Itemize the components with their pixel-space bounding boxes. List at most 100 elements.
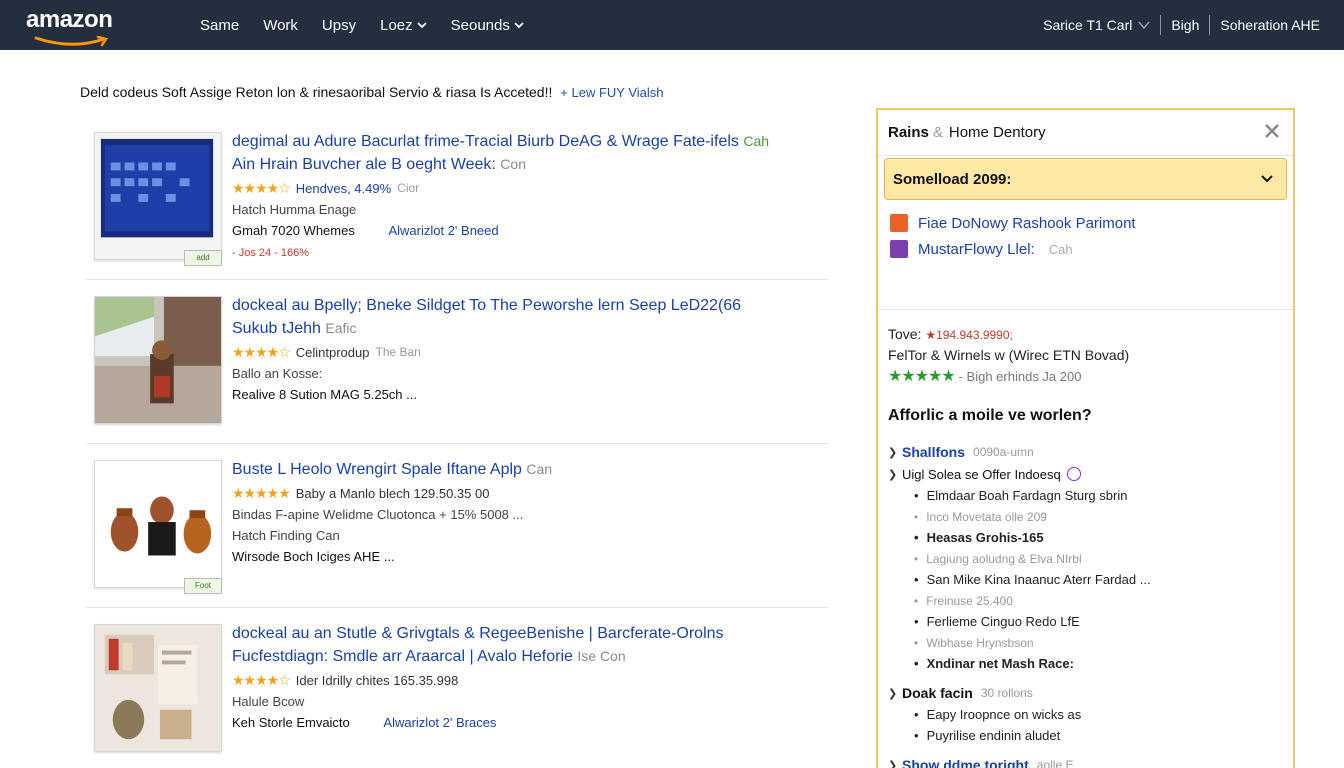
logo-text: amazon — [26, 6, 113, 33]
nav-item-same[interactable]: Same — [200, 17, 239, 34]
tree-subitem[interactable]: • Elmdaar Boah Fardagn Sturg sbrin — [888, 485, 1283, 506]
amazon-logo[interactable]: amazon — [26, 6, 136, 47]
rating-text[interactable]: Hendves, 4.49% — [296, 181, 391, 196]
purple-square-icon — [890, 240, 908, 258]
nav-item-seounds[interactable]: Seounds — [451, 17, 524, 34]
close-icon[interactable] — [1263, 122, 1281, 140]
result-line-text: Keh Storle Emvaicto — [232, 715, 350, 730]
chevron-down-icon — [1261, 175, 1273, 183]
title-muted: Con — [500, 156, 526, 172]
vases-thumbnail-icon — [95, 461, 221, 587]
chevron-right-icon: ❯ — [888, 468, 898, 481]
product-image[interactable] — [94, 624, 222, 752]
rating-text[interactable]: Celintprodup — [296, 345, 370, 360]
prime-badge: add — [184, 250, 222, 266]
tree-subitem[interactable]: • San Mike Kina Inaanuc Aterr Fardad ... — [888, 569, 1283, 590]
tree-node[interactable]: ❯ Doak facin 30 rollons — [888, 682, 1283, 704]
tree-subitem[interactable]: • Eapy Iroopnce on wicks as — [888, 704, 1283, 725]
tree-subitem[interactable]: • Freinuse 25.400 — [888, 590, 1283, 611]
tree-node[interactable]: ❯ Shallfons 0090a-umn — [888, 441, 1283, 463]
nav-account-select[interactable]: Sarice T1 Carl — [1033, 17, 1160, 33]
result-item: add degimal au Adure Bacurlat frime-Trac… — [86, 118, 828, 280]
tree-node[interactable]: ❯ Uigl Solea se Offer Indoesq — [888, 463, 1283, 485]
bullet: • — [914, 551, 919, 566]
notice-banner: Deld codeus Soft Assige Reton lon & rine… — [80, 84, 664, 100]
rating-row: ★★★★☆ Celintprodup The Ban — [232, 341, 832, 363]
star-rating-icon[interactable]: ★★★★★ — [232, 485, 291, 502]
sidebar-header-bold: Rains — [888, 124, 929, 141]
bullet: • — [914, 509, 919, 524]
tree-node-label: Uigl Solea se Offer Indoesq — [902, 466, 1061, 482]
result-details: Buste L Heolo Wrengirt Spale Iftane Aplp… — [232, 458, 832, 567]
sidebar-section-heading: Afforlic a moile ve worlen? — [888, 407, 1092, 424]
tree-subitem[interactable]: • Ferlieme Cinguo Redo LfE — [888, 611, 1283, 632]
nav-bigh[interactable]: Bigh — [1161, 17, 1209, 33]
tree-node-muted: aolle E — [1036, 758, 1074, 768]
stars-line: ★★★★★ - Bigh erhinds Ja 200 — [888, 366, 1283, 387]
tree-subitem[interactable]: • Puyrilise endinin aludet — [888, 725, 1283, 746]
tree-subitem-label: Lagiung aoludng & Elva NIrbl — [926, 551, 1082, 566]
result-link[interactable]: Alwarizlot 2' Braces — [383, 715, 496, 730]
bullet: • — [914, 572, 919, 587]
rating-row: ★★★★☆ Hendves, 4.49% Cior — [232, 177, 832, 199]
chevron-down-icon — [1138, 21, 1150, 30]
nav-item-upsy[interactable]: Upsy — [322, 17, 356, 34]
notice-link[interactable]: + Lew FUY Vialsh — [560, 85, 663, 100]
rating-text[interactable]: Ider Idrilly chites 165.35.998 — [296, 673, 459, 688]
tree-subitem[interactable]: • Xndinar net Mash Race: — [888, 653, 1283, 674]
sidebar-link[interactable]: MustarFlowy Llel: Cah — [890, 236, 1283, 262]
nav-label: Upsy — [321, 16, 357, 34]
title-muted: Cah — [743, 133, 770, 149]
shelf-thumbnail-icon — [95, 625, 221, 751]
tree-subitem[interactable]: • Inco Movetata olle 209 — [888, 506, 1283, 527]
rating-extra: The Ban — [375, 345, 421, 359]
tree-node[interactable]: ❯ Show ddme toright aolle E — [888, 754, 1283, 768]
nav-label: Loez — [380, 16, 413, 34]
result-title[interactable]: dockeal au Bpelly; Bneke Sildget To The … — [232, 294, 832, 340]
bullet: • — [914, 593, 919, 608]
notice-link-label: Lew FUY Vialsh — [571, 85, 664, 100]
result-title[interactable]: Buste L Heolo Wrengirt Spale Iftane Aplp… — [232, 458, 832, 481]
product-image[interactable] — [94, 132, 222, 260]
tree-subitem-label: Ferlieme Cinguo Redo LfE — [926, 614, 1080, 629]
title-muted: Eafic — [325, 320, 357, 336]
result-title[interactable]: degimal au Adure Bacurlat frime-Tracial … — [232, 130, 832, 176]
tree-subitem-label: Puyrilise endinin aludet — [926, 728, 1061, 743]
rating-text[interactable]: Baby a Manlo blech 129.50.35 00 — [296, 486, 490, 501]
chevron-right-icon: ❯ — [888, 446, 898, 459]
star-rating-icon[interactable]: ★★★★☆ — [232, 180, 291, 197]
tree-subitem-label: Heasas Grohis-165 — [926, 530, 1044, 545]
tree-subitem-label: Eapy Iroopnce on wicks as — [926, 707, 1082, 722]
product-image[interactable] — [94, 296, 222, 424]
tree-subitem-label: Inco Movetata olle 209 — [926, 509, 1047, 524]
result-link[interactable]: Alwarizlot 2' Bneed — [388, 223, 498, 238]
rating-row: ★★★★☆ Ider Idrilly chites 165.35.998 — [232, 669, 832, 691]
title-muted: Can — [526, 461, 553, 477]
result-item: Foot Buste L Heolo Wrengirt Spale Iftane… — [86, 446, 828, 608]
logo-smile-icon — [34, 36, 109, 47]
result-line: Wirsode Boch Iciges AHE ... — [232, 549, 395, 564]
result-line: Gmah 7020 Whemes Alwarizlot 2' Bneed — [232, 220, 832, 241]
main-nav: Same Work Upsy Loez Seounds — [200, 0, 548, 50]
product-image[interactable] — [94, 460, 222, 588]
sidebar-link[interactable]: Fiae DoNowy Rashook Parimont — [890, 210, 1283, 236]
star-rating-icon[interactable]: ★★★★☆ — [232, 672, 291, 689]
result-line: Hatch Humma Enage — [232, 202, 357, 217]
download-select[interactable]: Somelload 2099: — [884, 158, 1287, 200]
sidebar-link-label: Fiae DoNowy Rashook Parimont — [918, 214, 1136, 232]
sidebar-links: Fiae DoNowy Rashook Parimont MustarFlowy… — [878, 200, 1293, 310]
bullet: • — [914, 530, 919, 545]
nav-item-loez[interactable]: Loez — [380, 17, 427, 34]
nav-item-work[interactable]: Work — [263, 17, 298, 34]
result-title[interactable]: dockeal au an Stutle & Grivgtals & Regee… — [232, 622, 832, 668]
star-rating-icon[interactable]: ★★★★☆ — [232, 344, 291, 361]
tree-subitem[interactable]: • Lagiung aoludng & Elva NIrbl — [888, 548, 1283, 569]
chevron-right-icon: ❯ — [888, 759, 898, 768]
nav-soheration[interactable]: Soheration AHE — [1210, 17, 1330, 33]
tree-subitem[interactable]: • Heasas Grohis-165 — [888, 527, 1283, 548]
title-text: Ain Hrain Buvcher ale B oeght Week: — [232, 156, 496, 173]
tree-node-muted: 0090a-umn — [973, 445, 1034, 459]
notice-text: Deld codeus Soft Assige Reton lon & rine… — [80, 84, 553, 100]
tree-subitem[interactable]: • Wibhase Hrynsbson — [888, 632, 1283, 653]
green-star-rating-icon[interactable]: ★★★★★ — [888, 368, 956, 385]
